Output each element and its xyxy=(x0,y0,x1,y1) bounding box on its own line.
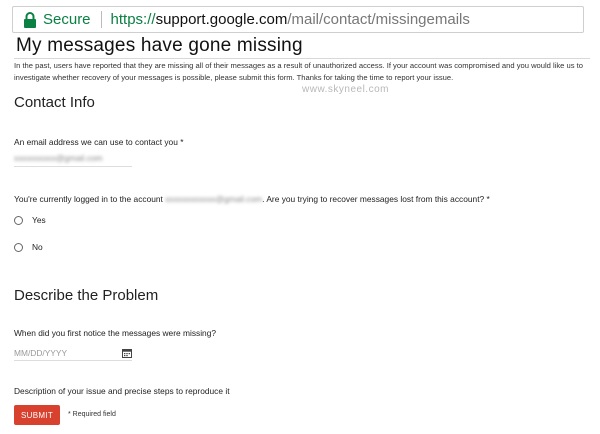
description-label: Description of your issue and precise st… xyxy=(14,386,230,396)
date-label: When did you first notice the messages w… xyxy=(14,328,217,338)
required-field-note: * Required field xyxy=(68,411,116,418)
watermark: www.skyneel.com xyxy=(302,84,389,95)
logged-in-suffix: . Are you trying to recover messages los… xyxy=(262,194,490,204)
secure-label: Secure xyxy=(43,11,91,28)
date-placeholder: MM/DD/YYYY xyxy=(14,348,68,358)
logged-in-question: You're currently logged in to the accoun… xyxy=(14,194,490,204)
email-label: An email address we can use to contact y… xyxy=(14,137,184,147)
url-text[interactable]: https://support.google.com/mail/contact/… xyxy=(111,11,470,28)
address-bar[interactable]: Secure https://support.google.com/mail/c… xyxy=(12,6,584,33)
url-path: /mail/contact/missingemails xyxy=(287,11,470,28)
radio-button-yes[interactable] xyxy=(14,215,23,225)
email-value: xxxxxxxxxx@gmail.com xyxy=(14,153,103,163)
address-divider xyxy=(100,11,102,28)
calendar-icon[interactable] xyxy=(122,348,132,358)
url-host: support.google.com xyxy=(155,11,288,28)
intro-paragraph: In the past, users have reported that th… xyxy=(14,58,590,84)
lock-icon xyxy=(24,11,36,28)
radio-label-no: No xyxy=(32,242,43,252)
submit-button[interactable]: SUBMIT xyxy=(14,405,60,425)
date-input[interactable]: MM/DD/YYYY xyxy=(14,346,132,361)
describe-problem-heading: Describe the Problem xyxy=(14,287,159,304)
contact-info-heading: Contact Info xyxy=(14,94,95,111)
radio-label-yes: Yes xyxy=(32,215,46,225)
url-scheme: https:// xyxy=(110,11,156,28)
email-field[interactable]: xxxxxxxxxx@gmail.com xyxy=(14,152,132,167)
radio-option-yes[interactable]: Yes xyxy=(14,215,46,225)
logged-in-account: xxxxxxxxxxxx@gmail.com xyxy=(165,194,263,204)
radio-button-no[interactable] xyxy=(14,242,23,252)
radio-option-no[interactable]: No xyxy=(14,242,43,252)
logged-in-prefix: You're currently logged in to the accoun… xyxy=(14,194,163,204)
page-title: My messages have gone missing xyxy=(16,35,303,56)
